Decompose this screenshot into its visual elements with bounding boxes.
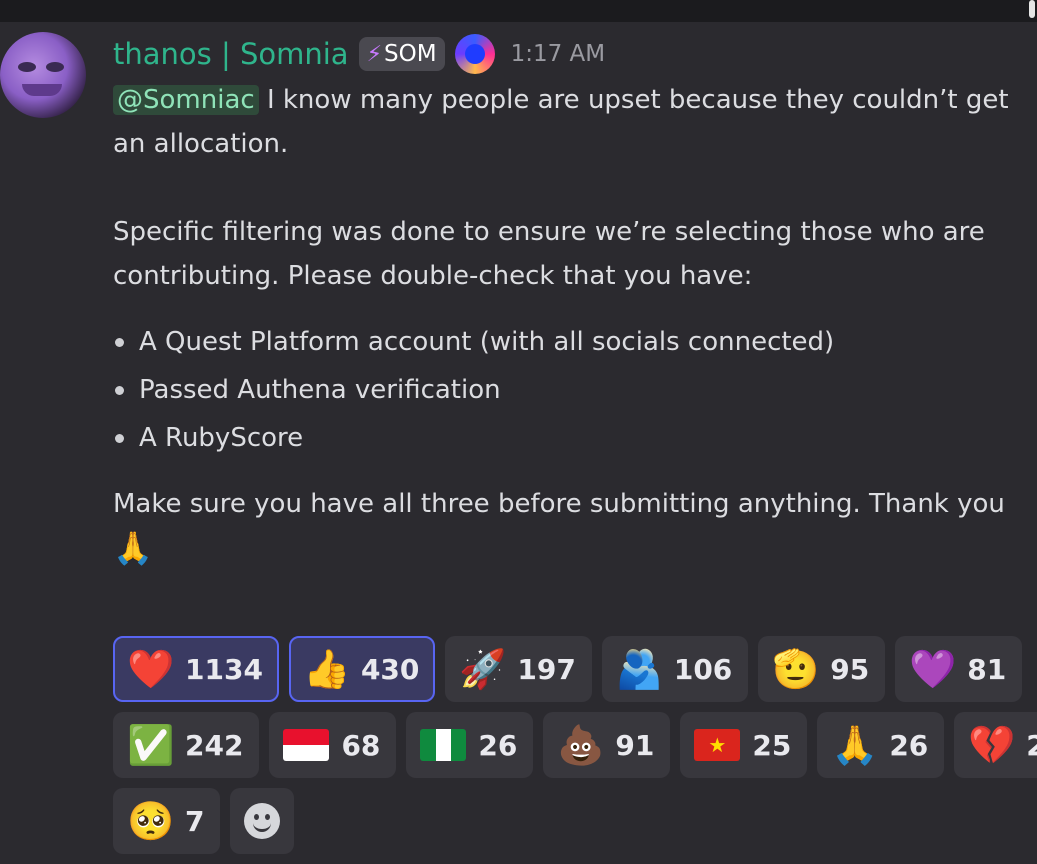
reaction-folded-hands[interactable]: 🙏 26	[817, 712, 945, 778]
reactions-bar: ❤️ 1134 👍 430 🚀 197 🫂 106 🫡 95 💜 81 ✅ 24…	[113, 636, 1037, 864]
pile-of-poo-icon: 💩	[557, 723, 605, 767]
reactions-row: ❤️ 1134 👍 430 🚀 197 🫂 106 🫡 95 💜 81	[113, 636, 1033, 702]
reaction-flag-nigeria[interactable]: 26	[406, 712, 534, 778]
reaction-count: 68	[341, 728, 381, 762]
avatar-eye	[18, 62, 36, 72]
folded-hands-emoji: 🙏	[113, 529, 153, 567]
server-tag-text: SOM	[384, 41, 437, 67]
reaction-rocket[interactable]: 🚀 197	[445, 636, 592, 702]
indonesia-flag-icon	[283, 729, 330, 761]
avatar-mouth	[22, 84, 62, 96]
reaction-salute[interactable]: 🫡 95	[758, 636, 886, 702]
nigeria-flag-icon	[420, 729, 467, 761]
reaction-count: 95	[830, 652, 870, 686]
reaction-flag-vietnam[interactable]: ★ 25	[680, 712, 808, 778]
timestamp[interactable]: 1:17 AM	[511, 41, 606, 67]
list-item: A Quest Platform account (with all socia…	[113, 318, 1023, 366]
reaction-count: 1134	[185, 652, 263, 686]
user-mention[interactable]: @Somniac	[113, 85, 259, 115]
reaction-heart[interactable]: ❤️ 1134	[113, 636, 279, 702]
paragraph-1: @Somniac I know many people are upset be…	[113, 78, 1023, 166]
reaction-count: 430	[360, 652, 420, 686]
add-reaction-button[interactable]	[230, 788, 295, 854]
reaction-count: 7	[185, 804, 205, 838]
list-item: A RubyScore	[113, 414, 1023, 462]
vietnam-flag-icon: ★	[694, 729, 741, 761]
reaction-count: 25	[752, 728, 792, 762]
reaction-count: 26	[478, 728, 518, 762]
rocket-icon: 🚀	[459, 647, 507, 691]
reaction-flag-indonesia[interactable]: 68	[269, 712, 397, 778]
reaction-thumbs-up[interactable]: 👍 430	[288, 636, 436, 702]
message-header: thanos | Somnia ⚡ SOM 1:17 AM	[113, 34, 605, 74]
paragraph-3-text: Make sure you have all three before subm…	[113, 489, 1005, 519]
reaction-hug[interactable]: 🫂 106	[601, 636, 749, 702]
scrollbar-thumb[interactable]	[1029, 0, 1035, 18]
list-item: Passed Authena verification	[113, 366, 1023, 414]
reaction-pleading[interactable]: 🥺 7	[113, 788, 221, 854]
top-bar	[0, 0, 1037, 22]
saluting-face-icon: 🫡	[772, 647, 820, 691]
heart-icon: ❤️	[127, 647, 175, 691]
smiley-icon	[244, 803, 281, 839]
reaction-count: 26	[889, 728, 929, 762]
reaction-count: 81	[967, 652, 1007, 686]
pleading-face-icon: 🥺	[127, 799, 175, 843]
reaction-broken-heart[interactable]: 💔 22	[954, 712, 1037, 778]
chat-message: thanos | Somnia ⚡ SOM 1:17 AM @Somniac I…	[0, 22, 1037, 854]
purple-heart-icon: 💜	[909, 647, 957, 691]
reactions-row: ✅ 242 68 26 💩 91 ★ 25 🙏 26 💔 2	[113, 712, 1037, 778]
reaction-count: 106	[673, 652, 733, 686]
check-mark-icon: ✅	[127, 723, 175, 767]
folded-hands-icon: 🙏	[831, 723, 879, 767]
reaction-count: 197	[517, 652, 576, 686]
people-hugging-icon: 🫂	[615, 647, 664, 691]
reactions-row: 🥺 7	[113, 788, 1033, 854]
nitro-badge-icon[interactable]	[454, 34, 495, 74]
username[interactable]: thanos | Somnia	[113, 37, 349, 71]
thumbs-up-icon: 👍	[302, 647, 351, 691]
lightning-bolt-icon: ⚡	[366, 41, 383, 67]
paragraph-2: Specific filtering was done to ensure we…	[113, 217, 985, 291]
reaction-purple-heart[interactable]: 💜 81	[895, 636, 1023, 702]
reaction-poop[interactable]: 💩 91	[543, 712, 671, 778]
avatar[interactable]	[0, 32, 86, 118]
reaction-check[interactable]: ✅ 242	[113, 712, 260, 778]
reaction-count: 242	[185, 728, 244, 762]
requirements-list: A Quest Platform account (with all socia…	[113, 318, 1023, 462]
reaction-count: 91	[615, 728, 655, 762]
server-tag[interactable]: ⚡ SOM	[358, 37, 445, 71]
broken-heart-icon: 💔	[968, 723, 1016, 767]
avatar-eye	[46, 62, 64, 72]
reaction-count: 22	[1026, 728, 1037, 762]
message-content: @Somniac I know many people are upset be…	[113, 78, 1023, 573]
paragraph-3: Make sure you have all three before subm…	[113, 482, 1023, 573]
